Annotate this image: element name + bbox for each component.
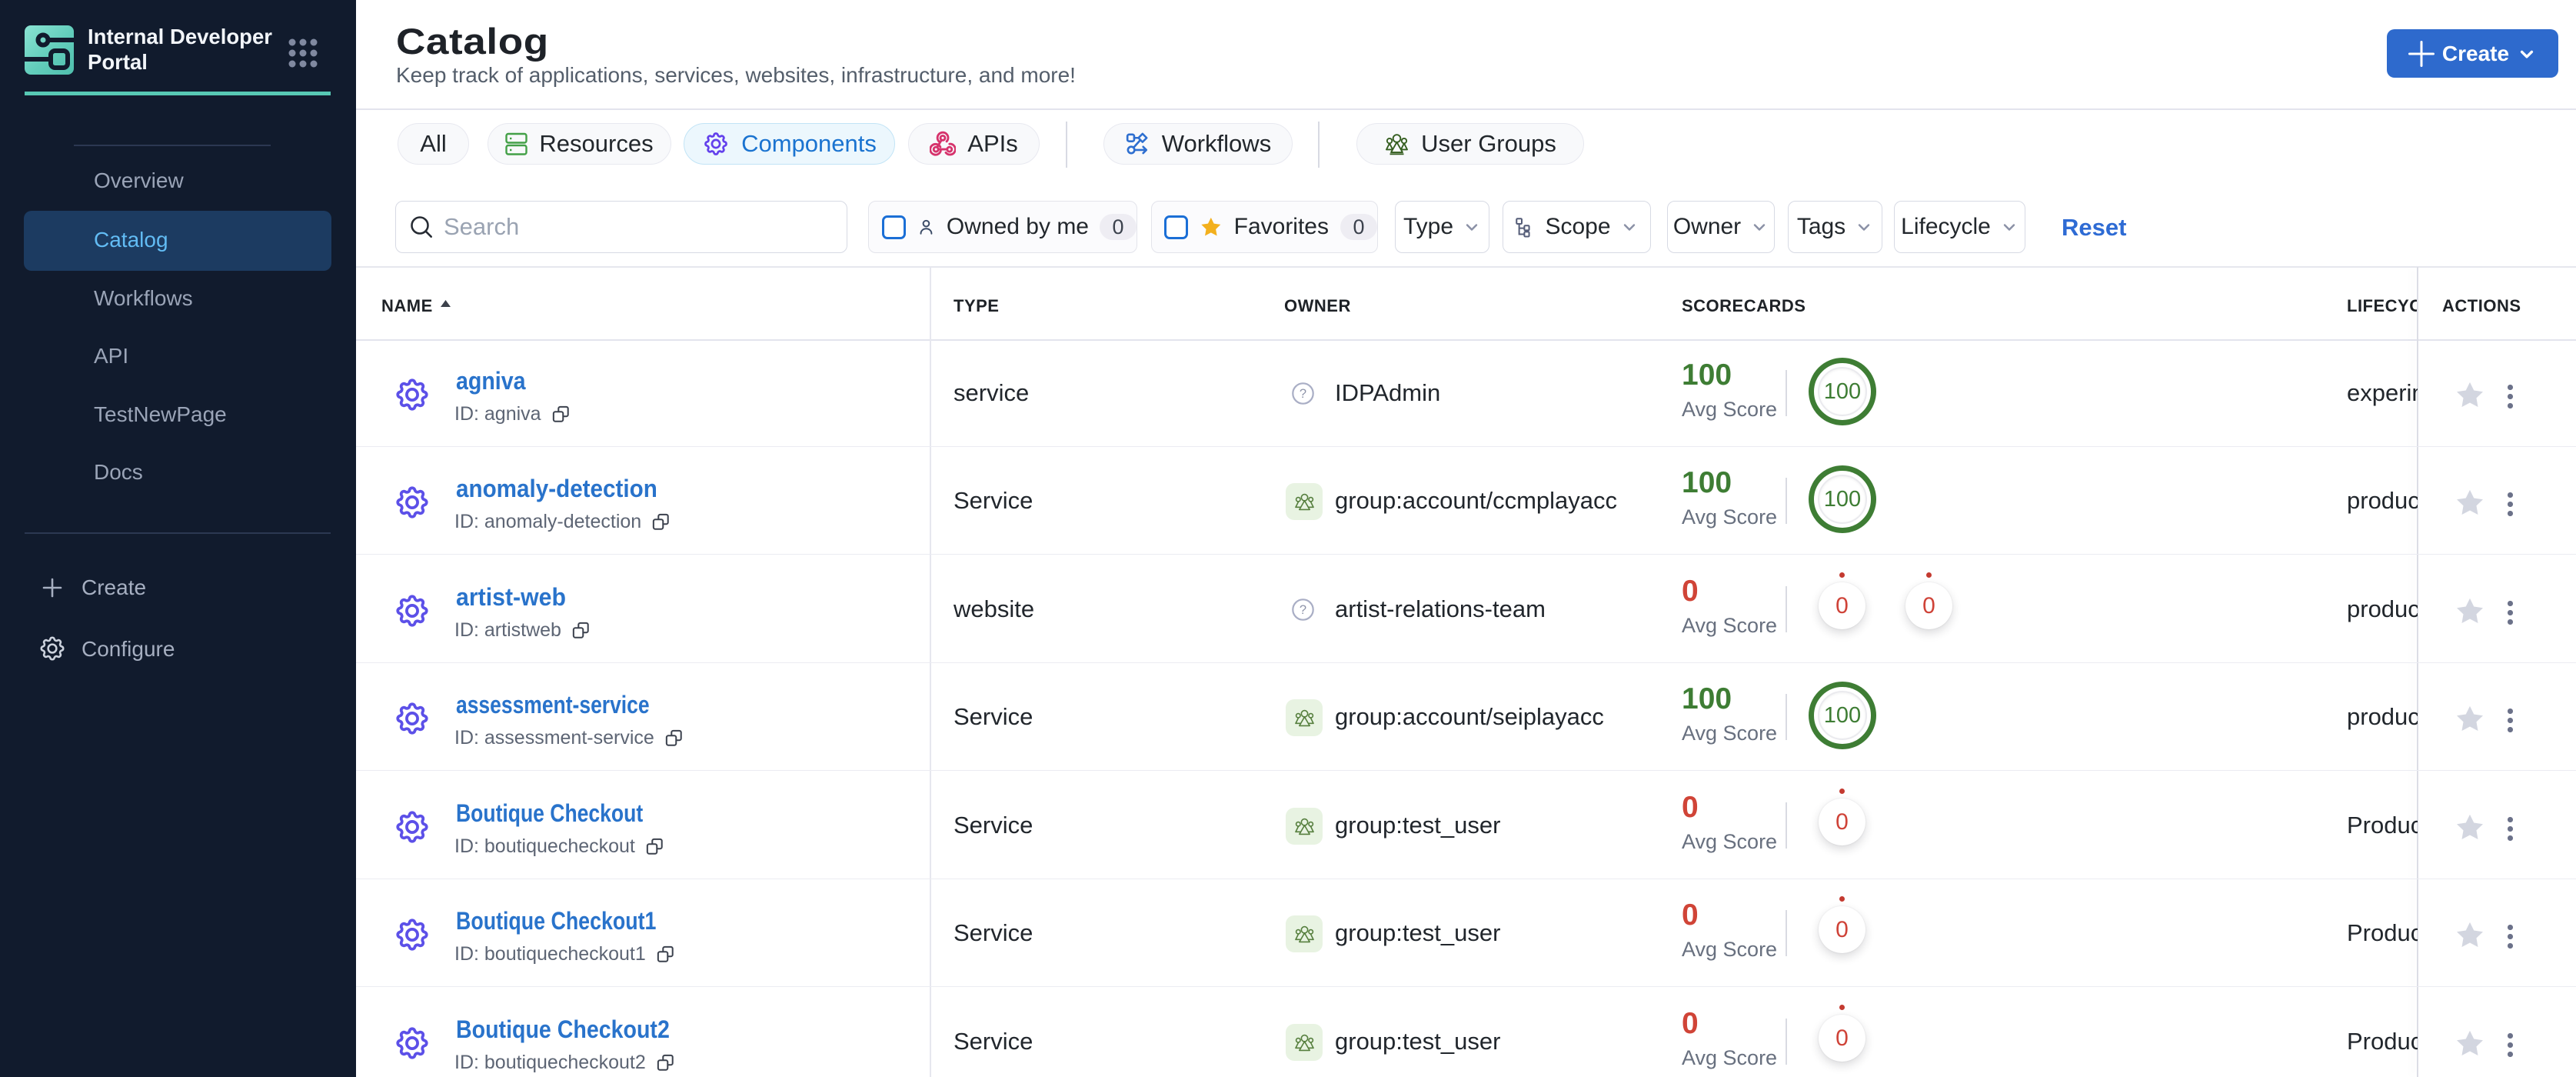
svg-text:?: ?: [1300, 603, 1306, 617]
svg-text:?: ?: [1300, 387, 1306, 401]
